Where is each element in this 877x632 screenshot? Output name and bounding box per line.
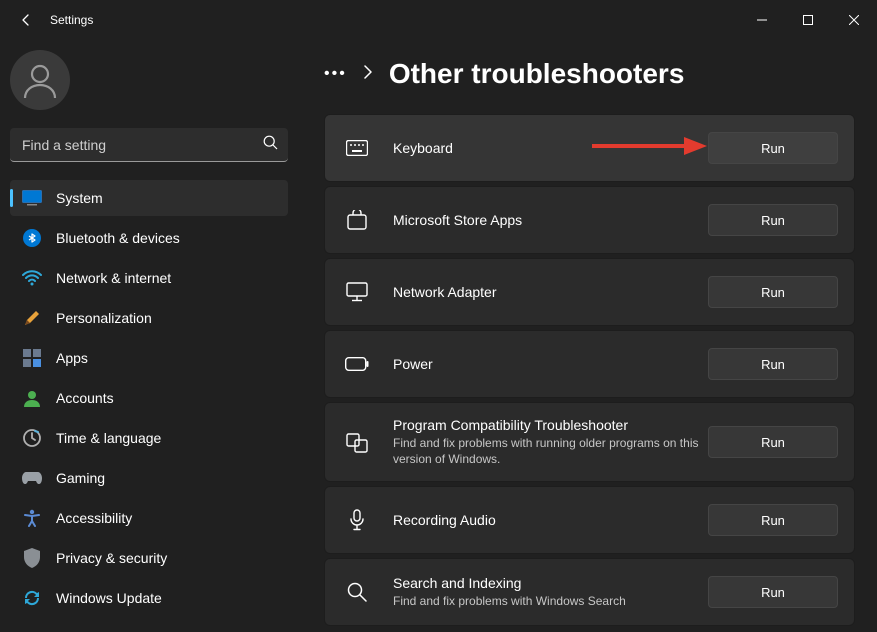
- nav: System Bluetooth & devices Network & int…: [10, 180, 288, 616]
- maximize-button[interactable]: [785, 4, 831, 36]
- sidebar-item-label: Windows Update: [56, 590, 162, 606]
- breadcrumb: ••• Other troubleshooters: [324, 58, 855, 90]
- sidebar-item-label: Apps: [56, 350, 88, 366]
- system-icon: [22, 188, 42, 208]
- sidebar-item-time[interactable]: Time & language: [10, 420, 288, 456]
- run-button[interactable]: Run: [708, 132, 838, 164]
- card-title: Recording Audio: [393, 512, 708, 528]
- sidebar-item-label: Accessibility: [56, 510, 132, 526]
- card-title: Microsoft Store Apps: [393, 212, 708, 228]
- card-title: Keyboard: [393, 140, 708, 156]
- card-title: Search and Indexing: [393, 575, 708, 591]
- wifi-icon: [22, 268, 42, 288]
- sidebar-item-apps[interactable]: Apps: [10, 340, 288, 376]
- troubleshooter-card-power[interactable]: Power Run: [324, 330, 855, 398]
- sidebar-item-label: Privacy & security: [56, 550, 167, 566]
- apps-icon: [22, 348, 42, 368]
- search-input[interactable]: [10, 128, 288, 162]
- sidebar-item-bluetooth[interactable]: Bluetooth & devices: [10, 220, 288, 256]
- gamepad-icon: [22, 468, 42, 488]
- shield-icon: [22, 548, 42, 568]
- sidebar-item-label: Gaming: [56, 470, 105, 486]
- chevron-right-icon: [363, 65, 373, 84]
- accounts-icon: [22, 388, 42, 408]
- breadcrumb-more[interactable]: •••: [324, 65, 347, 83]
- troubleshooter-card-network[interactable]: Network Adapter Run: [324, 258, 855, 326]
- sidebar: System Bluetooth & devices Network & int…: [0, 40, 300, 632]
- back-button[interactable]: [10, 4, 42, 36]
- main: ••• Other troubleshooters Keyboard Run M…: [300, 40, 877, 632]
- run-button[interactable]: Run: [708, 504, 838, 536]
- sidebar-item-personalization[interactable]: Personalization: [10, 300, 288, 336]
- sidebar-item-privacy[interactable]: Privacy & security: [10, 540, 288, 576]
- sidebar-item-network[interactable]: Network & internet: [10, 260, 288, 296]
- person-icon: [18, 58, 62, 102]
- run-button[interactable]: Run: [708, 276, 838, 308]
- clock-icon: [22, 428, 42, 448]
- sidebar-item-gaming[interactable]: Gaming: [10, 460, 288, 496]
- card-title: Program Compatibility Troubleshooter: [393, 417, 708, 433]
- card-desc: Find and fix problems with running older…: [393, 435, 708, 467]
- close-button[interactable]: [831, 4, 877, 36]
- sidebar-item-label: Bluetooth & devices: [56, 230, 180, 246]
- troubleshooter-card-compat[interactable]: Program Compatibility Troubleshooter Fin…: [324, 402, 855, 482]
- update-icon: [22, 588, 42, 608]
- sidebar-item-label: Personalization: [56, 310, 152, 326]
- sidebar-item-label: System: [56, 190, 103, 206]
- sidebar-item-label: Accounts: [56, 390, 114, 406]
- title-bar: Settings: [0, 0, 877, 40]
- run-button[interactable]: Run: [708, 204, 838, 236]
- maximize-icon: [803, 15, 813, 25]
- accessibility-icon: [22, 508, 42, 528]
- card-title: Power: [393, 356, 708, 372]
- avatar: [10, 50, 70, 110]
- sidebar-item-label: Network & internet: [56, 270, 171, 286]
- run-button[interactable]: Run: [708, 576, 838, 608]
- page-title: Other troubleshooters: [389, 58, 685, 90]
- run-button[interactable]: Run: [708, 348, 838, 380]
- sidebar-item-label: Time & language: [56, 430, 161, 446]
- microphone-icon: [345, 509, 369, 531]
- brush-icon: [22, 308, 42, 328]
- troubleshooter-card-recording[interactable]: Recording Audio Run: [324, 486, 855, 554]
- bluetooth-icon: [22, 228, 42, 248]
- battery-icon: [345, 357, 369, 371]
- store-icon: [345, 210, 369, 230]
- cards-list: Keyboard Run Microsoft Store Apps Run Ne…: [324, 114, 855, 626]
- troubleshooter-card-search[interactable]: Search and Indexing Find and fix problem…: [324, 558, 855, 626]
- troubleshooter-card-store[interactable]: Microsoft Store Apps Run: [324, 186, 855, 254]
- minimize-button[interactable]: [739, 4, 785, 36]
- close-icon: [849, 15, 859, 25]
- keyboard-icon: [345, 140, 369, 156]
- sidebar-item-accessibility[interactable]: Accessibility: [10, 500, 288, 536]
- minimize-icon: [757, 15, 767, 25]
- compat-icon: [345, 431, 369, 453]
- card-title: Network Adapter: [393, 284, 708, 300]
- run-button[interactable]: Run: [708, 426, 838, 458]
- sidebar-item-system[interactable]: System: [10, 180, 288, 216]
- app-title: Settings: [50, 13, 93, 27]
- card-desc: Find and fix problems with Windows Searc…: [393, 593, 708, 609]
- sidebar-item-update[interactable]: Windows Update: [10, 580, 288, 616]
- sidebar-item-accounts[interactable]: Accounts: [10, 380, 288, 416]
- user-block[interactable]: [10, 50, 288, 110]
- search-card-icon: [345, 582, 369, 602]
- back-arrow-icon: [18, 12, 34, 28]
- troubleshooter-card-keyboard[interactable]: Keyboard Run: [324, 114, 855, 182]
- monitor-network-icon: [345, 282, 369, 302]
